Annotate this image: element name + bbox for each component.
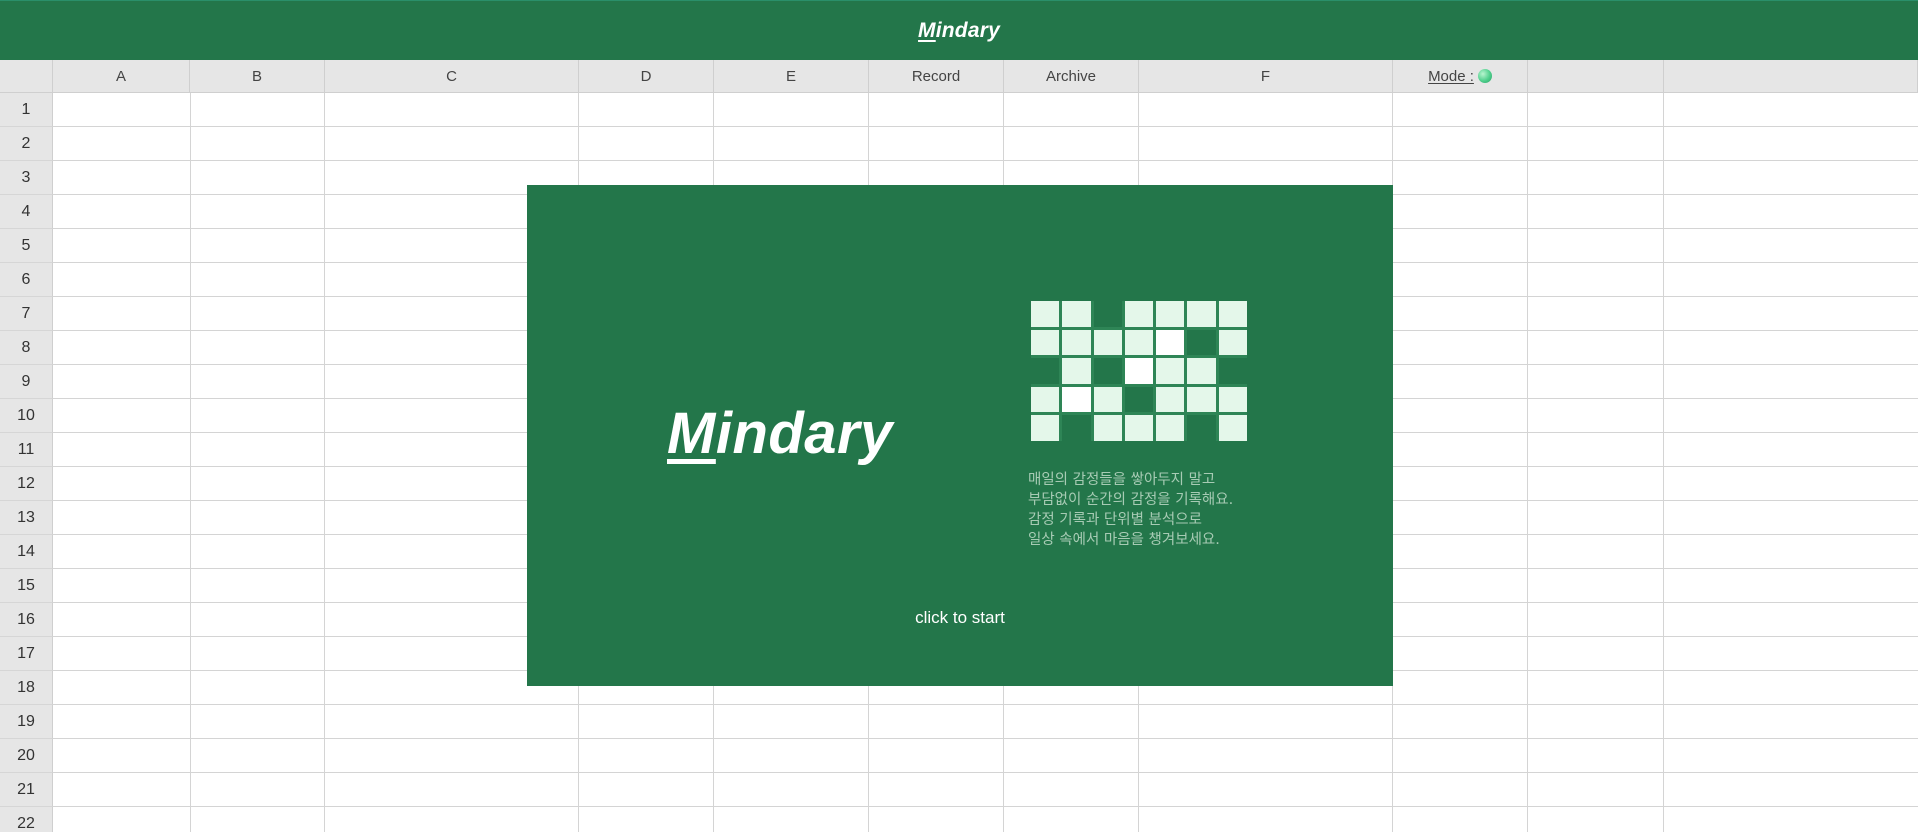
row-header[interactable]: 7 [0, 297, 53, 331]
grid-line [53, 126, 1918, 127]
emotion-cell [1187, 386, 1216, 413]
column-header-e[interactable]: E [714, 60, 869, 93]
row-header[interactable]: 13 [0, 501, 53, 535]
emotion-cell [1093, 329, 1122, 356]
mode-toggle[interactable]: Mode : [1393, 60, 1528, 93]
emotion-cell [1156, 301, 1185, 327]
row-header[interactable]: 20 [0, 739, 53, 773]
app-title: Mindary [918, 18, 1000, 42]
archive-tab[interactable]: Archive [1004, 60, 1139, 93]
emotion-cell [1187, 329, 1216, 356]
column-header-blank-1[interactable] [1528, 60, 1664, 93]
row-header[interactable]: 10 [0, 399, 53, 433]
column-header-d[interactable]: D [579, 60, 714, 93]
column-header-blank-2[interactable] [1664, 60, 1918, 93]
emotion-cell [1124, 415, 1154, 441]
column-header-c[interactable]: C [325, 60, 579, 93]
emotion-cell [1218, 301, 1247, 327]
intro-logo: Mindary [667, 401, 893, 466]
row-header[interactable]: 22 [0, 807, 53, 832]
emotion-cell [1093, 415, 1122, 441]
emotion-cell [1156, 386, 1185, 413]
row-header[interactable]: 3 [0, 161, 53, 195]
column-header-f[interactable]: F [1139, 60, 1393, 93]
emotion-cell [1156, 358, 1185, 384]
emotion-cell [1218, 329, 1247, 356]
column-header-a[interactable]: A [53, 60, 190, 93]
row-header[interactable]: 19 [0, 705, 53, 739]
emotion-cell [1156, 329, 1185, 356]
row-header[interactable]: 1 [0, 93, 53, 127]
emotion-pixel-grid [1031, 301, 1247, 441]
row-header[interactable]: 15 [0, 569, 53, 603]
grid-line [1663, 93, 1664, 832]
intro-description: 매일의 감정들을 쌓아두지 말고 부담없이 순간의 감정을 기록해요. 감정 기… [1028, 470, 1288, 550]
emotion-cell [1062, 386, 1091, 413]
emotion-cell [1062, 329, 1091, 356]
emotion-cell [1218, 358, 1247, 384]
grid-line [53, 160, 1918, 161]
row-header[interactable]: 14 [0, 535, 53, 569]
emotion-cell [1156, 415, 1185, 441]
row-header[interactable]: 21 [0, 773, 53, 807]
emotion-cell [1031, 358, 1060, 384]
grid-line [190, 93, 191, 832]
app-title-bar: Mindary [0, 0, 1918, 60]
description-line: 일상 속에서 마음을 챙겨보세요. [1028, 532, 1220, 548]
row-header[interactable]: 11 [0, 433, 53, 467]
row-header[interactable]: 17 [0, 637, 53, 671]
emotion-cell [1218, 415, 1247, 441]
emotion-cell [1124, 301, 1154, 327]
emotion-cell [1062, 301, 1091, 327]
emotion-cell [1124, 358, 1154, 384]
emotion-cell [1124, 386, 1154, 413]
intro-card[interactable]: Mindary 매일의 감정들을 쌓아두지 말고 부담없이 순간의 감정을 기록… [527, 185, 1393, 686]
row-header[interactable]: 2 [0, 127, 53, 161]
emotion-cell [1093, 358, 1122, 384]
row-header[interactable]: 12 [0, 467, 53, 501]
grid-line [53, 738, 1918, 739]
description-line: 부담없이 순간의 감정을 기록해요. [1028, 492, 1234, 508]
emotion-cell [1124, 329, 1154, 356]
emotion-cell [1031, 301, 1060, 327]
grid-line [53, 704, 1918, 705]
column-header-b[interactable]: B [190, 60, 325, 93]
grid-line [324, 93, 325, 832]
emotion-cell [1031, 386, 1060, 413]
grid-corner [0, 60, 53, 93]
mode-label: Mode : [1428, 67, 1474, 85]
emotion-cell [1187, 301, 1216, 327]
emotion-cell [1218, 386, 1247, 413]
row-header[interactable]: 8 [0, 331, 53, 365]
emotion-cell [1031, 415, 1060, 441]
emotion-cell [1093, 301, 1122, 327]
row-header[interactable]: 4 [0, 195, 53, 229]
description-line: 매일의 감정들을 쌓아두지 말고 [1028, 472, 1216, 488]
record-tab[interactable]: Record [869, 60, 1004, 93]
row-header[interactable]: 5 [0, 229, 53, 263]
grid-line [53, 806, 1918, 807]
description-line: 감정 기록과 단위별 분석으로 [1028, 512, 1202, 528]
row-header[interactable]: 16 [0, 603, 53, 637]
emotion-cell [1187, 358, 1216, 384]
emotion-cell [1093, 386, 1122, 413]
start-button[interactable]: click to start [527, 608, 1393, 628]
mode-indicator-icon [1477, 69, 1492, 83]
emotion-cell [1031, 329, 1060, 356]
grid-line [1527, 93, 1528, 832]
row-header[interactable]: 6 [0, 263, 53, 297]
row-header[interactable]: 9 [0, 365, 53, 399]
emotion-cell [1062, 358, 1091, 384]
row-header[interactable]: 18 [0, 671, 53, 705]
grid-line [53, 772, 1918, 773]
emotion-cell [1062, 415, 1091, 441]
emotion-cell [1187, 415, 1216, 441]
